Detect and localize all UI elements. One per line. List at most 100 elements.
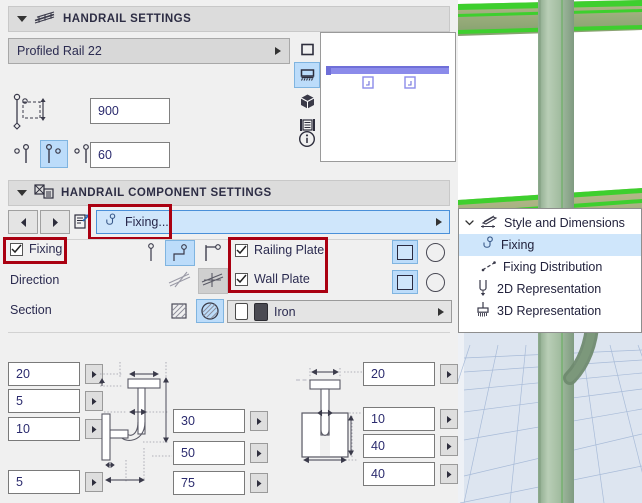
handrail-height-input[interactable]: 900: [90, 98, 170, 124]
dim-mid-value-3: 75: [181, 476, 195, 490]
dim-left-value-2: 5: [16, 394, 23, 408]
wall-plate-checkbox[interactable]: [235, 272, 248, 286]
dim-left-field-2[interactable]: 5: [8, 389, 80, 413]
dim-left-value-4: 5: [16, 475, 23, 489]
tree-item-label: Style and Dimensions: [504, 216, 625, 230]
next-component-button[interactable]: [40, 210, 70, 234]
settings-pane: HANDRAIL SETTINGS Profiled Rail 22 900 6…: [0, 0, 458, 503]
material-swatch-light: [235, 303, 248, 320]
tree-item-2d-representation[interactable]: 2D Representation: [459, 278, 641, 300]
circle-icon: [425, 242, 445, 262]
handrail-offset-value: 60: [98, 148, 112, 162]
square-icon: [397, 274, 413, 290]
section-label: Section: [10, 303, 52, 317]
fixing-type-straight-button[interactable]: [140, 240, 162, 266]
align-left-button[interactable]: [8, 140, 36, 168]
tree-item-label: 3D Representation: [497, 304, 602, 318]
dim-right-stepper-3[interactable]: [440, 436, 458, 456]
collapse-caret-icon[interactable]: [17, 190, 27, 196]
component-settings-header[interactable]: HANDRAIL COMPONENT SETTINGS: [8, 180, 450, 206]
view-section-button[interactable]: [294, 62, 320, 88]
handrail-offset-input[interactable]: 60: [90, 142, 170, 168]
tree-item-style-and-dimensions[interactable]: Style and Dimensions: [459, 212, 641, 234]
view-2d-button[interactable]: [294, 36, 320, 62]
style-dimensions-icon: [480, 214, 498, 232]
preview-panel[interactable]: [320, 32, 456, 162]
component-selector[interactable]: Fixing...: [96, 210, 450, 234]
component-tree-panel[interactable]: Style and Dimensions Fixing Fixing Distr…: [458, 208, 642, 333]
material-swatch-dark: [254, 302, 268, 321]
railing-plate-square-button[interactable]: [392, 240, 418, 264]
dim-right-field-1[interactable]: 20: [363, 362, 435, 386]
dim-left-field-4[interactable]: 5: [8, 470, 80, 494]
tree-item-label: Fixing: [501, 238, 535, 252]
section-title: HANDRAIL SETTINGS: [63, 13, 192, 25]
wall-plate-circle-button[interactable]: [422, 270, 448, 294]
square-icon: [397, 244, 413, 260]
fixing-distribution-icon: [481, 259, 497, 276]
chevron-right-icon[interactable]: [438, 307, 444, 316]
section-circular-button[interactable]: [196, 299, 224, 323]
dim-left-field-1[interactable]: 20: [8, 362, 80, 386]
railing-plate-checkbox-row[interactable]: Railing Plate: [235, 243, 324, 257]
wall-plate-label: Wall Plate: [254, 272, 310, 286]
dim-right-value-1: 20: [371, 367, 385, 381]
direction-perpendicular-button[interactable]: [165, 268, 195, 294]
tree-item-3d-representation[interactable]: 3D Representation: [459, 300, 641, 322]
dim-mid-stepper-1[interactable]: [250, 411, 268, 431]
collapse-caret-icon[interactable]: [17, 16, 27, 22]
dim-right-field-2[interactable]: 10: [363, 407, 435, 431]
info-button[interactable]: [294, 126, 320, 152]
dim-mid-stepper-3[interactable]: [250, 473, 268, 493]
handrail-height-icon: [10, 92, 54, 133]
dim-right-stepper-1[interactable]: [440, 364, 458, 384]
handrail-settings-header[interactable]: HANDRAIL SETTINGS: [8, 6, 450, 32]
component-selector-value: Fixing...: [125, 215, 169, 229]
fixing-checkbox-row[interactable]: Fixing: [10, 242, 62, 256]
wall-plate-checkbox-row[interactable]: Wall Plate: [235, 272, 310, 286]
dim-right-field-4[interactable]: 40: [363, 462, 435, 486]
chevron-right-icon[interactable]: [436, 218, 442, 226]
fixing-icon: [481, 235, 495, 255]
dim-right-value-4: 40: [371, 467, 385, 481]
dim-mid-field-3[interactable]: 75: [173, 471, 245, 495]
dim-right-stepper-4[interactable]: [440, 464, 458, 484]
dim-right-value-2: 10: [371, 412, 385, 426]
dim-right-stepper-2[interactable]: [440, 409, 458, 429]
railing-plate-circle-button[interactable]: [422, 240, 448, 264]
dim-mid-stepper-2[interactable]: [250, 443, 268, 463]
dim-mid-field-2[interactable]: 50: [173, 441, 245, 465]
dim-left-value-3: 10: [16, 422, 30, 436]
fixing-type-l-button[interactable]: [165, 240, 195, 266]
view-3d-button[interactable]: [294, 88, 320, 114]
align-center-button[interactable]: [40, 140, 68, 168]
handrail-height-value: 900: [98, 104, 119, 118]
fixing-checkbox[interactable]: [10, 242, 23, 256]
dim-left-value-1: 20: [16, 367, 30, 381]
profile-selector[interactable]: Profiled Rail 22: [8, 38, 290, 64]
chevron-down-icon[interactable]: [465, 216, 474, 230]
railing-plate-checkbox[interactable]: [235, 243, 248, 257]
dim-mid-field-1[interactable]: 30: [173, 409, 245, 433]
section-rectangular-button[interactable]: [165, 299, 193, 323]
dim-left-field-3[interactable]: 10: [8, 417, 80, 441]
fixing-label: Fixing: [29, 242, 63, 256]
chevron-right-icon[interactable]: [275, 47, 281, 55]
edit-component-button[interactable]: [70, 210, 94, 234]
3d-representation-icon: [475, 301, 491, 322]
material-selector[interactable]: Iron: [227, 300, 452, 323]
dim-mid-value-2: 50: [181, 446, 195, 460]
fixing-type-t-button[interactable]: [198, 240, 226, 266]
tree-item-label: 2D Representation: [497, 282, 602, 296]
circle-icon: [425, 272, 445, 292]
tree-item-fixing[interactable]: Fixing: [459, 234, 641, 256]
previous-component-button[interactable]: [8, 210, 38, 234]
dim-right-field-3[interactable]: 40: [363, 434, 435, 458]
handrail-icon: [34, 10, 56, 29]
fixing-profile-diagram-left: [96, 360, 174, 495]
tree-item-fixing-distribution[interactable]: Fixing Distribution: [459, 256, 641, 278]
direction-parallel-button[interactable]: [198, 268, 228, 294]
wall-plate-square-button[interactable]: [392, 270, 418, 294]
wall-plate-diagram-right: [296, 360, 366, 475]
profile-selector-value: Profiled Rail 22: [17, 44, 102, 58]
